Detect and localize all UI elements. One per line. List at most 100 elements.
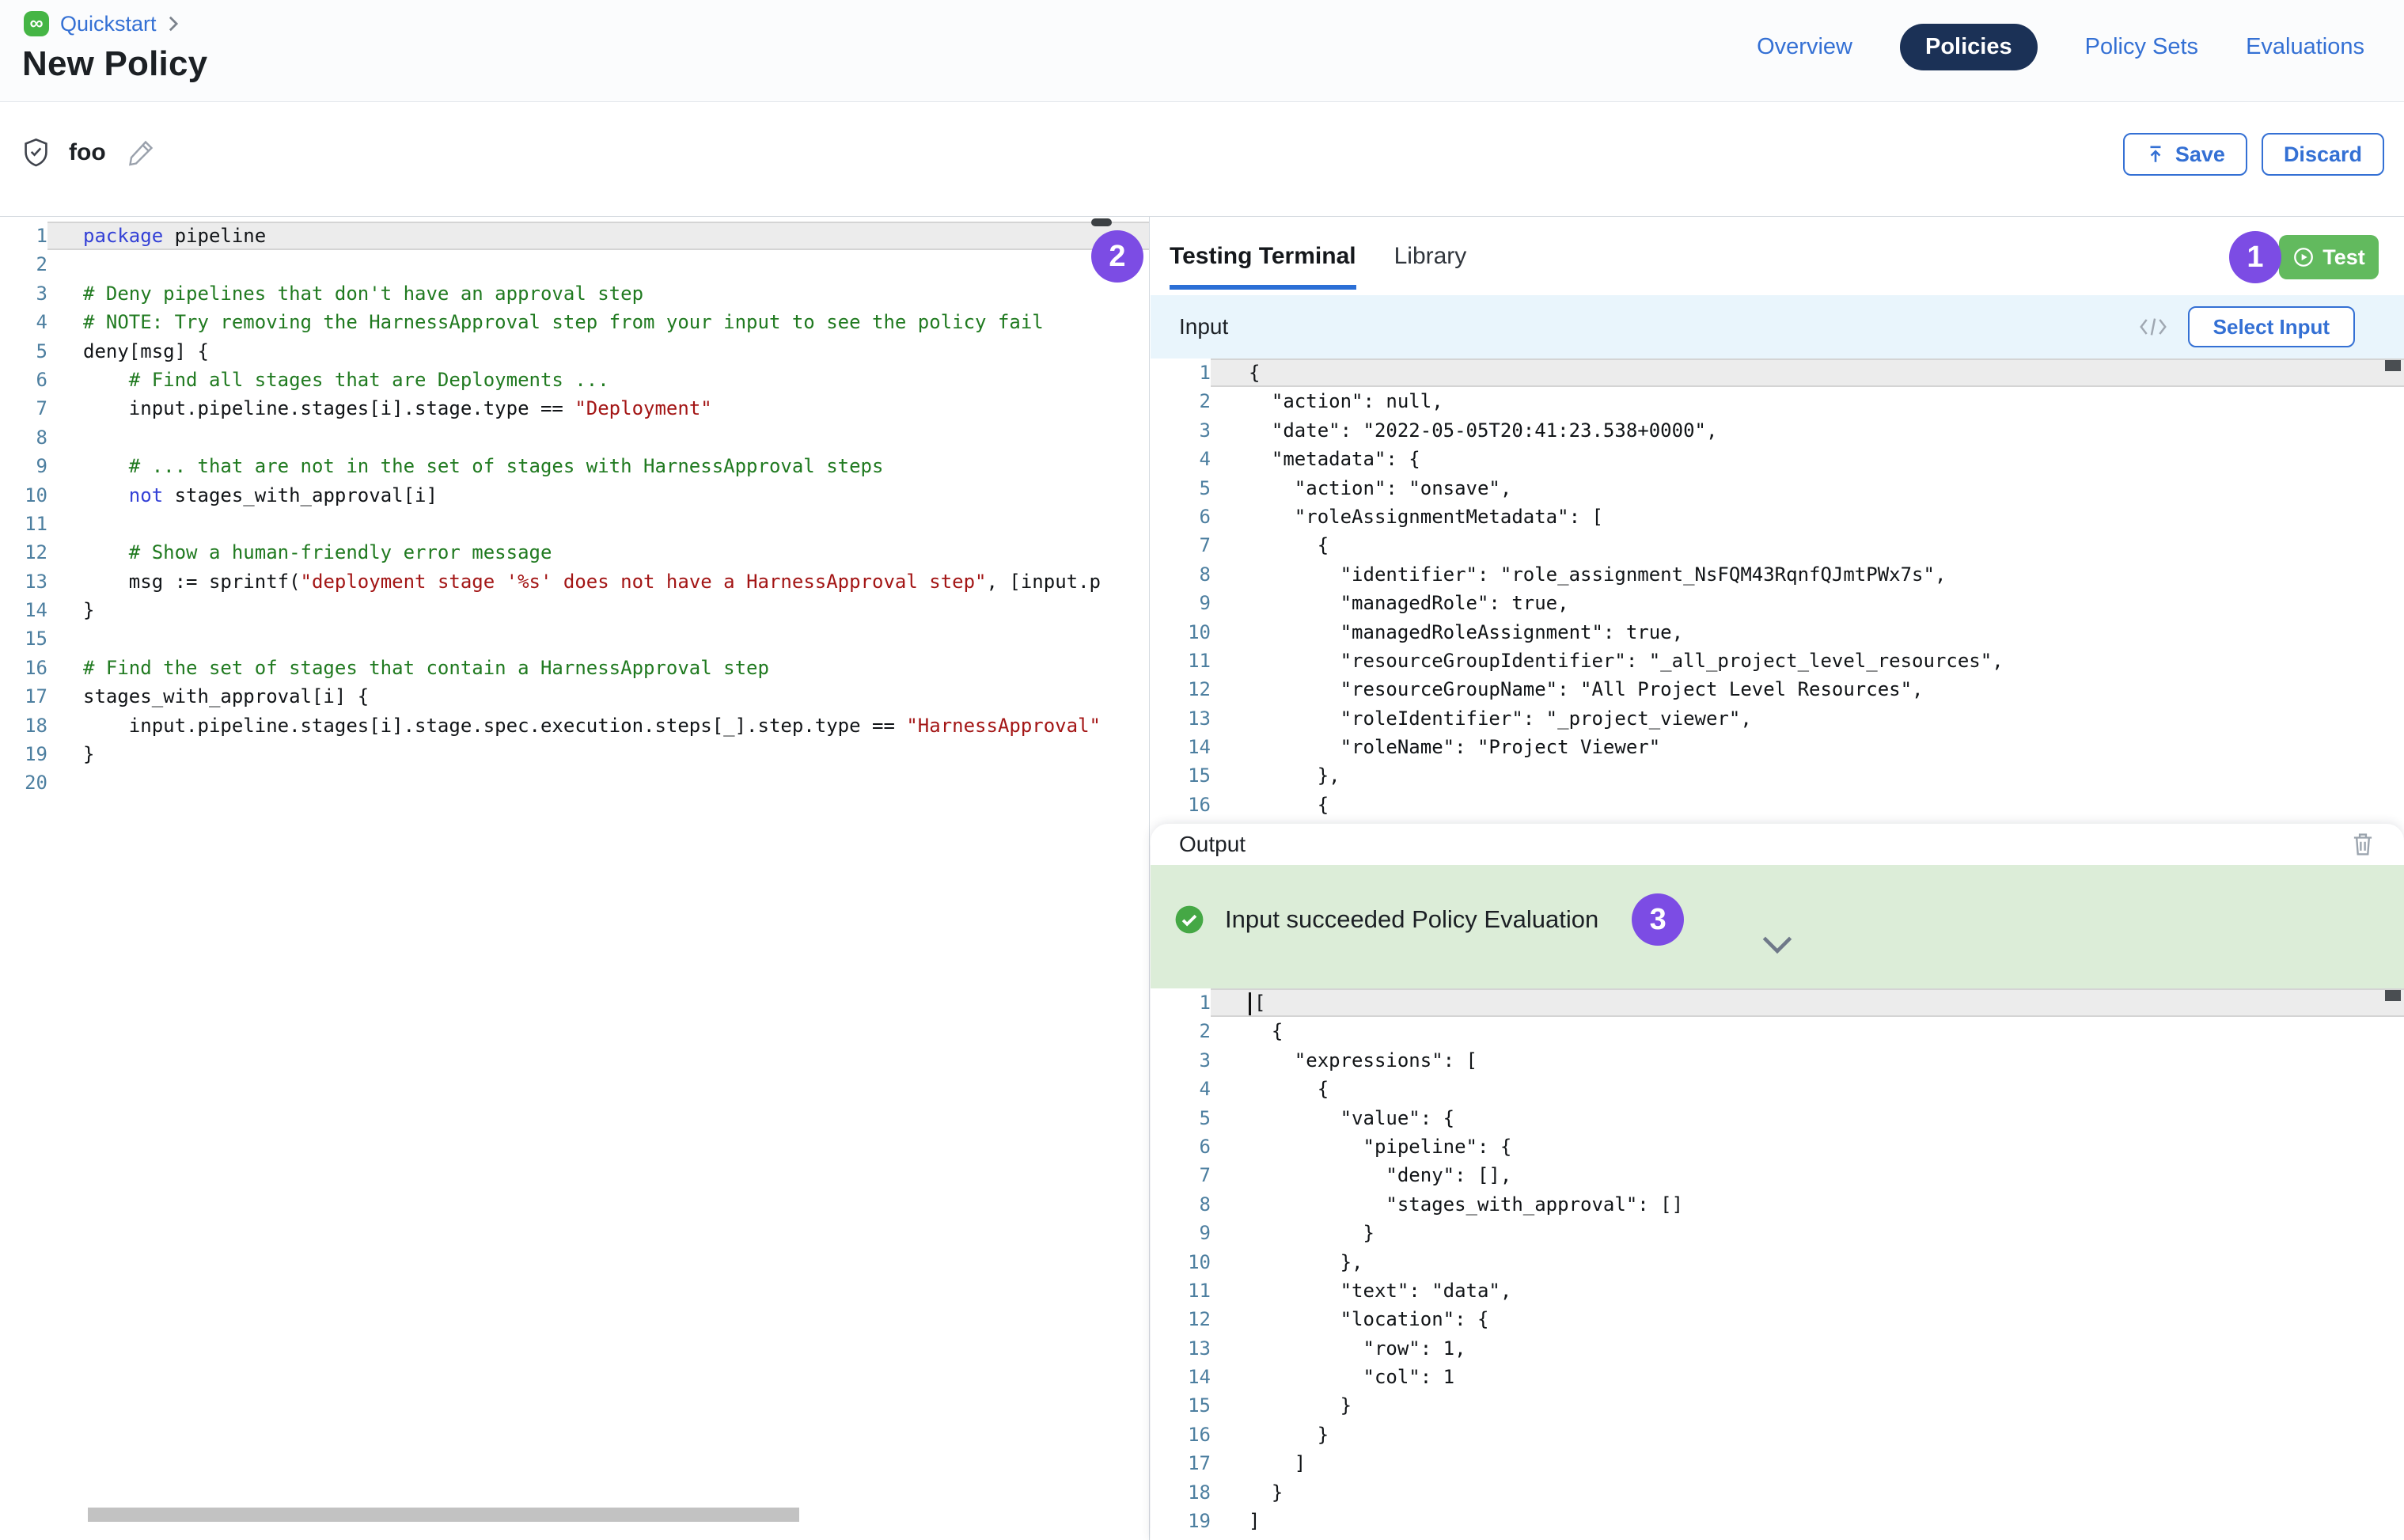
- code-line: 15: [0, 624, 1149, 653]
- save-button[interactable]: Save: [2123, 133, 2247, 176]
- code-line: 15 },: [1151, 761, 2404, 790]
- code-line: 14}: [0, 596, 1149, 624]
- input-vscroll-thumb[interactable]: [2385, 360, 2401, 371]
- evaluation-status-text: Input succeeded Policy Evaluation: [1225, 905, 1598, 934]
- code-line: 14 "roleName": "Project Viewer": [1151, 733, 2404, 761]
- input-section-header: Input Select Input: [1151, 295, 2404, 358]
- select-input-button[interactable]: Select Input: [2188, 306, 2355, 347]
- code-line: 10 "managedRoleAssignment": true,: [1151, 618, 2404, 647]
- success-check-icon: [1174, 905, 1204, 935]
- output-vscroll-thumb[interactable]: [2385, 990, 2401, 1001]
- input-label: Input: [1179, 314, 1228, 339]
- code-line: 5deny[msg] {: [0, 337, 1149, 366]
- output-section-header: Output: [1151, 824, 2404, 865]
- test-button[interactable]: Test: [2279, 235, 2379, 279]
- code-line: 7 "deny": [],: [1151, 1161, 2404, 1189]
- code-line: 7 {: [1151, 531, 2404, 559]
- code-line: 17 ]: [1151, 1449, 2404, 1477]
- code-line: 17stages_with_approval[i] {: [0, 682, 1149, 711]
- policy-code-lines: 1package pipeline23# Deny pipelines that…: [0, 222, 1149, 798]
- code-line: 5 "value": {: [1151, 1104, 2404, 1132]
- nav-tab-evaluations[interactable]: Evaluations: [2246, 34, 2364, 60]
- code-line: 1[: [1151, 988, 2404, 1017]
- tab-testing-terminal[interactable]: Testing Terminal: [1170, 217, 1356, 295]
- play-icon: [2292, 246, 2315, 268]
- code-line: 7 input.pipeline.stages[i].stage.type ==…: [0, 394, 1149, 423]
- code-line: 16 }: [1151, 1421, 2404, 1449]
- code-line: 12 # Show a human-friendly error message: [0, 538, 1149, 567]
- breadcrumb: ∞ Quickstart: [24, 11, 179, 36]
- policy-identity: foo: [24, 138, 155, 167]
- annotation-badge-3: 3: [1632, 893, 1684, 946]
- trash-icon: [2350, 831, 2376, 858]
- code-line: 9 "managedRole": true,: [1151, 589, 2404, 617]
- code-line: 18 input.pipeline.stages[i].stage.spec.e…: [0, 711, 1149, 740]
- code-line: 3 "expressions": [: [1151, 1046, 2404, 1075]
- nav-tab-overview[interactable]: Overview: [1757, 34, 1852, 60]
- code-line: 6 # Find all stages that are Deployments…: [0, 366, 1149, 394]
- clear-output-button[interactable]: [2350, 831, 2376, 858]
- code-line: 3# Deny pipelines that don't have an app…: [0, 279, 1149, 308]
- module-tabs: Overview Policies Policy Sets Evaluation…: [1757, 24, 2364, 70]
- code-line: 18 }: [1151, 1478, 2404, 1507]
- code-line: 15 }: [1151, 1391, 2404, 1420]
- code-line: 16# Find the set of stages that contain …: [0, 654, 1149, 682]
- page-header: ∞ Quickstart New Policy Overview Policie…: [0, 0, 2404, 102]
- toolbar-actions: Save Discard: [2123, 133, 2384, 176]
- code-line: 6 "roleAssignmentMetadata": [: [1151, 503, 2404, 531]
- code-line: 9 # ... that are not in the set of stage…: [0, 452, 1149, 480]
- code-line: 5 "action": "onsave",: [1151, 474, 2404, 503]
- page-title: New Policy: [22, 44, 207, 84]
- code-line: 8: [0, 423, 1149, 452]
- policy-code-editor[interactable]: 1package pipeline23# Deny pipelines that…: [0, 217, 1150, 1540]
- code-line: 4# NOTE: Try removing the HarnessApprova…: [0, 308, 1149, 336]
- evaluation-success-banner: Input succeeded Policy Evaluation 3: [1151, 865, 2404, 988]
- code-line: 13 "roleIdentifier": "_project_viewer",: [1151, 704, 2404, 733]
- upload-icon: [2145, 144, 2166, 165]
- nav-tab-policies[interactable]: Policies: [1900, 24, 2038, 70]
- code-line: 13 "row": 1,: [1151, 1334, 2404, 1363]
- input-json-editor[interactable]: 1{2 "action": null,3 "date": "2022-05-05…: [1151, 358, 2404, 824]
- policy-name: foo: [69, 139, 106, 166]
- tab-library[interactable]: Library: [1394, 217, 1467, 295]
- discard-button[interactable]: Discard: [2262, 133, 2384, 176]
- app-window: ∞ Quickstart New Policy Overview Policie…: [0, 0, 2404, 1540]
- code-line: 1{: [1151, 358, 2404, 387]
- code-line: 1package pipeline: [0, 222, 1149, 250]
- terminal-tabs: Testing Terminal Library Test: [1151, 217, 2404, 295]
- code-line: 8 "identifier": "role_assignment_NsFQM43…: [1151, 560, 2404, 589]
- chevron-right-icon: [168, 15, 179, 32]
- editor-vscroll-thumb[interactable]: [1091, 218, 1112, 226]
- code-line: 11 "text": "data",: [1151, 1276, 2404, 1305]
- code-line: 11 "resourceGroupIdentifier": "_all_proj…: [1151, 647, 2404, 675]
- output-json-editor[interactable]: 1[2 {3 "expressions": [4 {5 "value": {6 …: [1151, 988, 2404, 1538]
- code-line: 10 not stages_with_approval[i]: [0, 481, 1149, 510]
- breadcrumb-project-link[interactable]: Quickstart: [60, 12, 157, 36]
- code-line: 2 "action": null,: [1151, 387, 2404, 415]
- code-line: 20: [0, 768, 1149, 797]
- code-line: 10 },: [1151, 1248, 2404, 1276]
- code-line: 12 "location": {: [1151, 1305, 2404, 1333]
- code-line: 9 }: [1151, 1219, 2404, 1247]
- code-line: 6 "pipeline": {: [1151, 1132, 2404, 1161]
- policy-shield-icon: [24, 138, 48, 167]
- editor-hscroll-thumb[interactable]: [88, 1508, 799, 1522]
- annotation-badge-2: 2: [1091, 230, 1143, 283]
- code-line: 4 "metadata": {: [1151, 445, 2404, 473]
- annotation-badge-1: 1: [2229, 231, 2281, 283]
- nav-tab-policy-sets[interactable]: Policy Sets: [2085, 34, 2198, 60]
- output-label: Output: [1179, 832, 1246, 857]
- harness-logo-icon: ∞: [24, 11, 49, 36]
- code-line: 8 "stages_with_approval": []: [1151, 1190, 2404, 1219]
- edit-name-button[interactable]: [127, 138, 155, 167]
- policy-toolbar: foo Save Discard: [0, 103, 2404, 216]
- code-line: 4 {: [1151, 1075, 2404, 1103]
- pencil-icon: [127, 138, 155, 167]
- code-line: 19}: [0, 740, 1149, 768]
- code-line: 19]: [1151, 1507, 2404, 1535]
- testing-terminal-panel: Testing Terminal Library Test Input: [1151, 217, 2404, 1540]
- code-line: 3 "date": "2022-05-05T20:41:23.538+0000"…: [1151, 416, 2404, 445]
- collapse-banner-button[interactable]: [1761, 935, 1794, 955]
- edit-as-code-button[interactable]: [2139, 317, 2167, 337]
- workspace: 1package pipeline23# Deny pipelines that…: [0, 216, 2404, 1540]
